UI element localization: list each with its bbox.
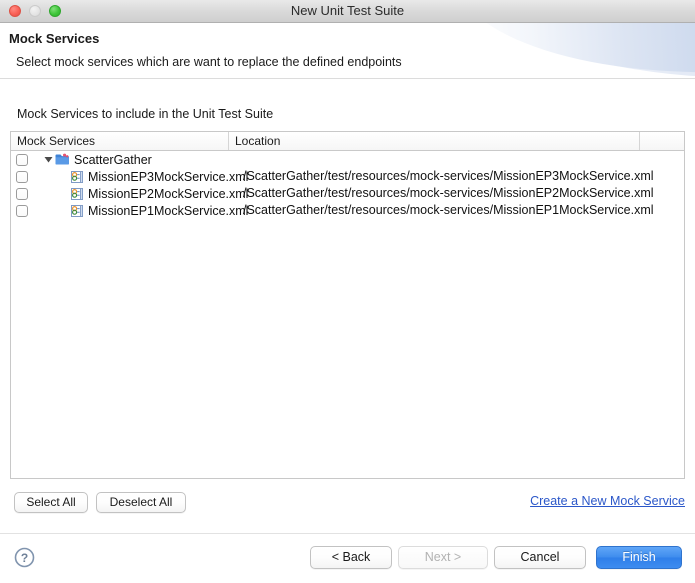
back-button[interactable]: < Back: [310, 546, 392, 569]
table-row[interactable]: ScatterGather: [11, 151, 684, 168]
row-location-label: /ScatterGather/test/resources/mock-servi…: [243, 186, 654, 200]
column-header-location[interactable]: Location: [229, 132, 640, 150]
zoom-button[interactable]: [49, 5, 61, 17]
wizard-footer: ? < Back Next > Cancel Finish: [0, 534, 695, 583]
page-title: Mock Services: [9, 31, 100, 46]
chevron-down-icon[interactable]: [41, 155, 55, 164]
table-row[interactable]: MissionEP2MockService.xml /ScatterGather…: [11, 185, 684, 202]
help-icon[interactable]: ?: [14, 547, 35, 573]
page-subtitle: Select mock services which are want to r…: [16, 55, 402, 69]
row-location-label: /ScatterGather/test/resources/mock-servi…: [243, 203, 654, 217]
wizard-body: Mock Services to include in the Unit Tes…: [0, 79, 695, 534]
row-name-cell: ScatterGather: [33, 152, 152, 168]
mock-services-table[interactable]: Mock Services Location ScatterGather Mis…: [10, 131, 685, 479]
list-label: Mock Services to include in the Unit Tes…: [17, 107, 274, 121]
row-checkbox-cell[interactable]: [11, 170, 33, 183]
table-body: ScatterGather MissionEP3MockService.xml …: [11, 151, 684, 219]
row-checkbox-cell[interactable]: [11, 187, 33, 200]
row-name-label: MissionEP2MockService.xml: [88, 186, 249, 201]
row-checkbox[interactable]: [16, 187, 28, 200]
table-row[interactable]: MissionEP1MockService.xml /ScatterGather…: [11, 202, 684, 219]
svg-text:?: ?: [21, 551, 28, 565]
finish-button[interactable]: Finish: [596, 546, 682, 569]
table-header-row: Mock Services Location: [11, 132, 684, 151]
column-header-extra[interactable]: [640, 132, 684, 150]
row-checkbox[interactable]: [16, 170, 28, 183]
row-checkbox-cell[interactable]: [11, 204, 33, 217]
column-header-mock-services[interactable]: Mock Services: [11, 132, 229, 150]
row-name-cell: MissionEP1MockService.xml: [33, 203, 248, 219]
project-folder-icon: [55, 153, 70, 166]
dialog-window: New Unit Test Suite Mock Services Select…: [0, 0, 695, 583]
row-name-label: MissionEP1MockService.xml: [88, 203, 249, 218]
row-checkbox-cell[interactable]: [11, 153, 33, 166]
row-name-cell: MissionEP2MockService.xml: [33, 186, 248, 202]
mock-service-file-icon: [69, 170, 84, 184]
deselect-all-button[interactable]: Deselect All: [96, 492, 186, 513]
table-row[interactable]: MissionEP3MockService.xml /ScatterGather…: [11, 168, 684, 185]
titlebar: New Unit Test Suite: [0, 0, 695, 23]
row-name-cell: MissionEP3MockService.xml: [33, 169, 248, 185]
create-new-mock-service-link[interactable]: Create a New Mock Service: [530, 494, 685, 508]
wizard-header: Mock Services Select mock services which…: [0, 23, 695, 79]
select-all-button[interactable]: Select All: [14, 492, 88, 513]
header-decoration-swoosh: [451, 23, 695, 78]
mock-service-file-icon: [69, 204, 84, 218]
row-name-label: MissionEP3MockService.xml: [88, 169, 249, 184]
row-location-label: /ScatterGather/test/resources/mock-servi…: [243, 169, 654, 183]
close-button[interactable]: [9, 5, 21, 17]
window-controls: [0, 5, 61, 17]
window-title: New Unit Test Suite: [290, 3, 405, 18]
row-checkbox[interactable]: [16, 204, 28, 217]
cancel-button[interactable]: Cancel: [494, 546, 586, 569]
row-checkbox[interactable]: [16, 153, 28, 166]
selection-controls: Select All Deselect All Create a New Moc…: [0, 489, 695, 519]
mock-service-file-icon: [69, 187, 84, 201]
next-button: Next >: [398, 546, 488, 569]
minimize-button[interactable]: [29, 5, 41, 17]
row-name-label: ScatterGather: [74, 152, 152, 167]
